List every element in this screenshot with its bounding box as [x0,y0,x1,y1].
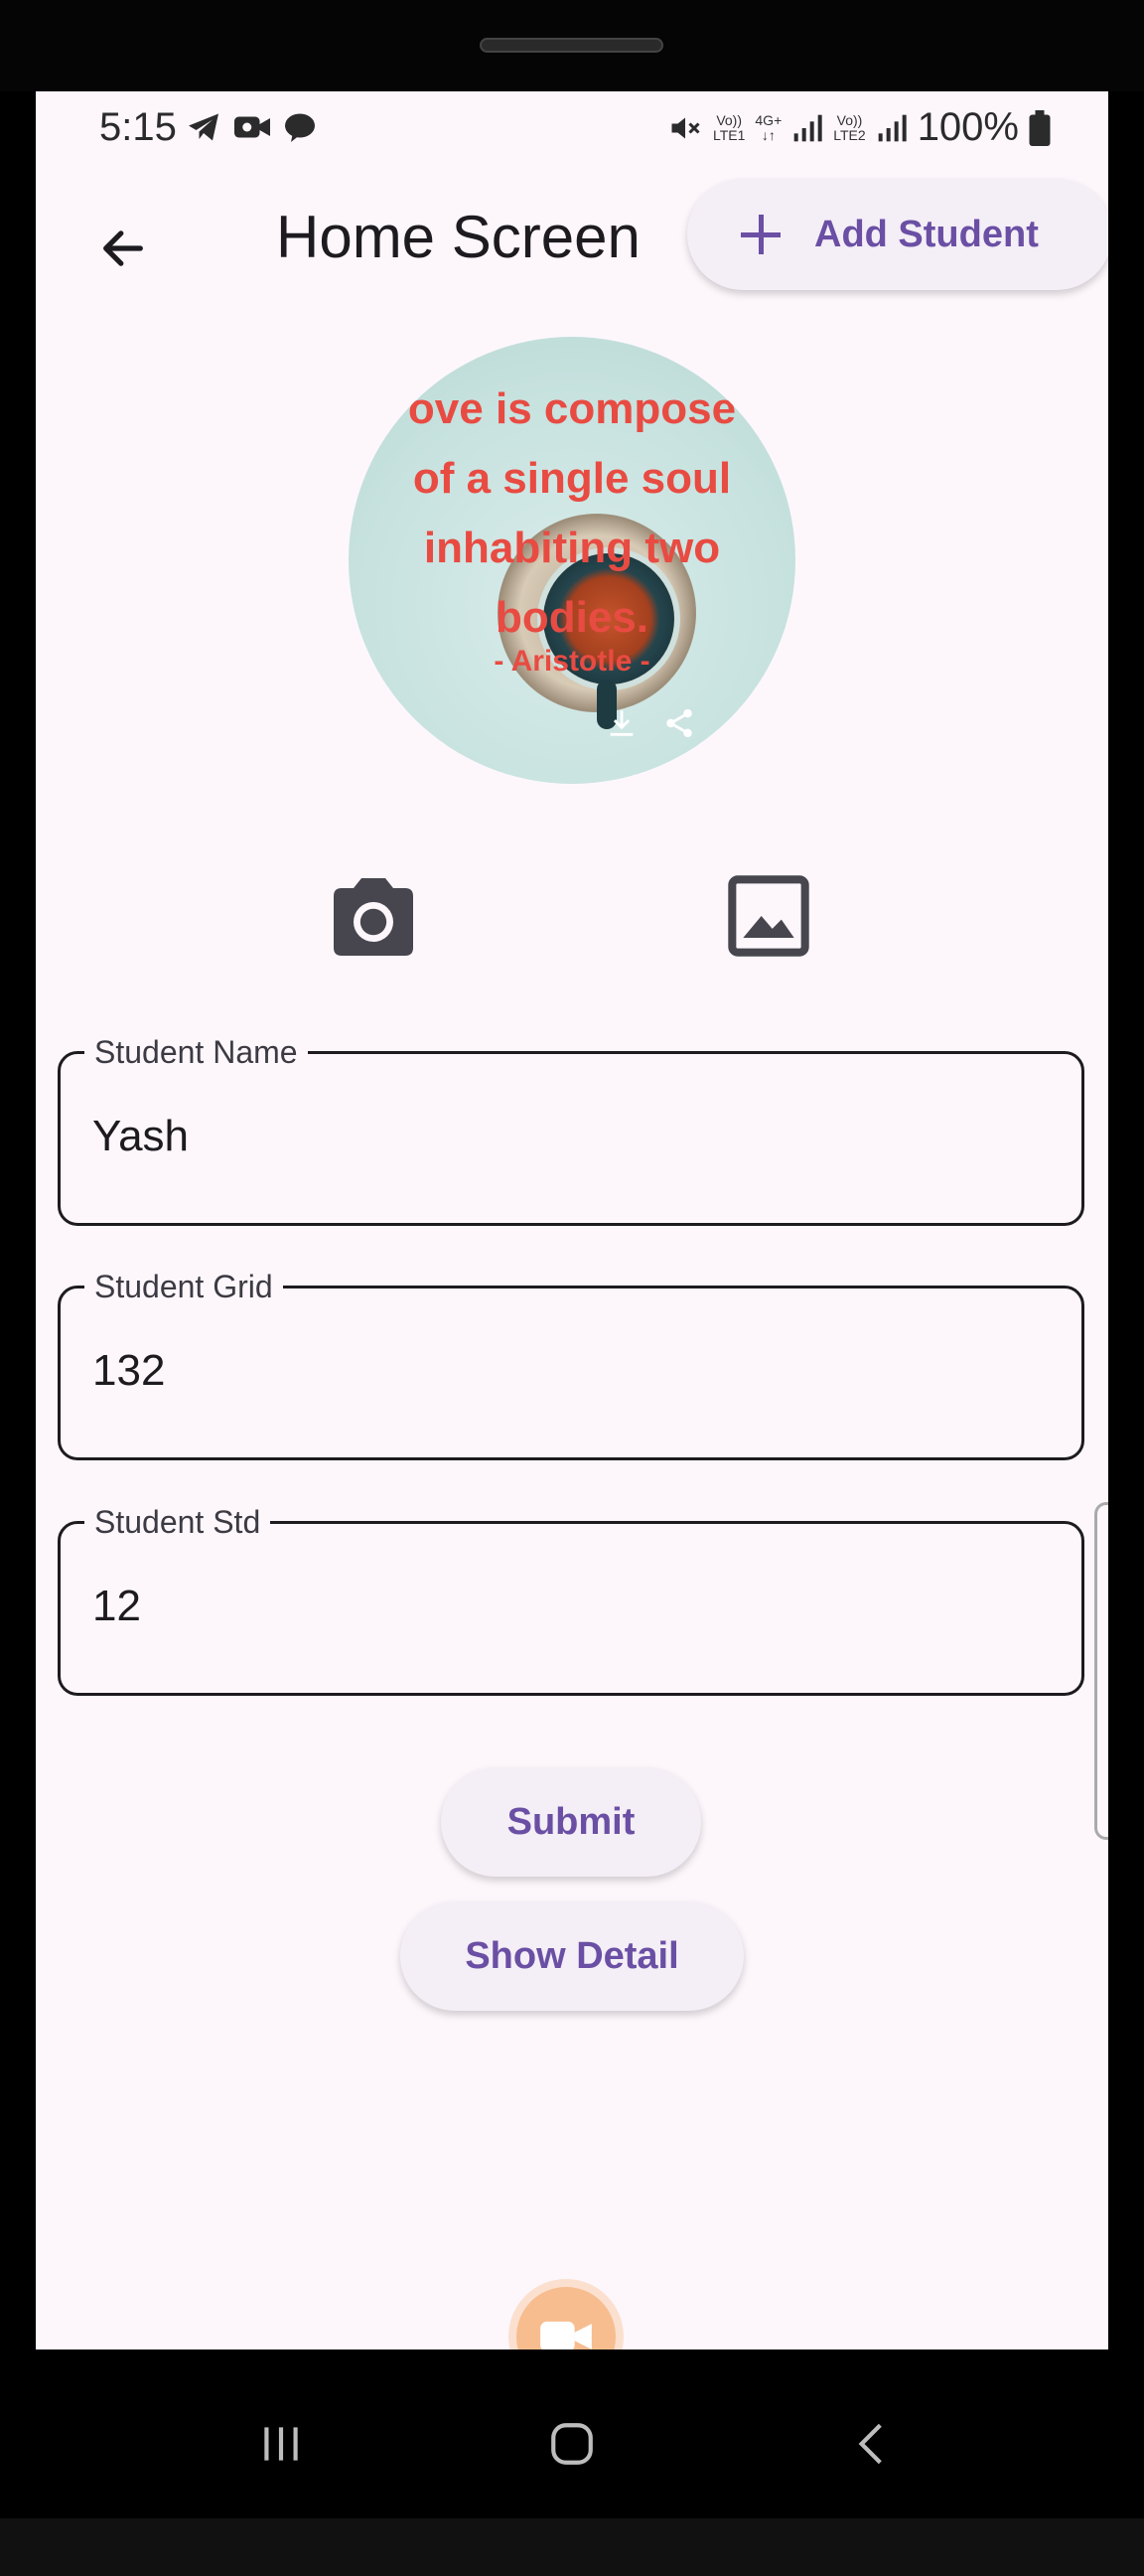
screen-recorder-bubble[interactable] [516,2287,616,2349]
add-student-button[interactable]: Add Student [687,179,1108,290]
quote-text: ove is compose of a single soul inhabiti… [349,375,795,653]
home-button[interactable] [532,2404,612,2484]
photo-source-row [36,866,1108,966]
gallery-button[interactable] [719,866,818,966]
arrow-back-icon [103,230,143,266]
volte-lte1-icon: Vo)) LTE1 [712,111,746,143]
student-grid-value[interactable]: 132 [92,1346,165,1396]
volte1-bottom-text: LTE1 [712,126,746,143]
telegram-icon [189,113,218,141]
recent-apps-button[interactable] [241,2404,321,2484]
status-system-icons: Vo)) LTE1 4G+ ↓↑ Vo)) LTE2 100% [667,105,1051,150]
share-icon [666,708,692,738]
chevron-left-icon [858,2423,882,2465]
status-time: 5:15 [99,105,177,149]
show-detail-button[interactable]: Show Detail [400,1901,744,2011]
quote-author: - Aristotle - [494,645,650,678]
phone-bezel-bottom [0,2518,1144,2576]
recent-apps-icon [264,2427,298,2461]
net-type-text: 4G+ [755,111,783,128]
earpiece-speaker [480,38,663,53]
back-button[interactable] [83,209,163,288]
signal-icon [793,114,822,141]
student-name-field[interactable]: Student Name Yash [58,1034,1084,1226]
student-std-value[interactable]: 12 [92,1582,141,1631]
volte2-bottom-text: LTE2 [833,126,866,143]
status-notification-icons [185,109,318,145]
nav-back-button[interactable] [832,2404,912,2484]
camera-icon [334,878,413,956]
mute-icon [671,117,700,138]
volte1-top-text: Vo)) [716,111,743,128]
video-call-icon [234,116,270,138]
status-bar: 5:15 Vo)) LTE1 4G+ ↓↑ Vo)) LTE2 100% [36,91,1108,167]
chat-bubble-icon [285,113,315,142]
net-arrows-text: ↓↑ [761,126,776,143]
quote-line-1: ove is compose [407,384,737,433]
image-overlay-actions [605,706,696,740]
phone-bezel-left [0,91,36,2349]
signal-icon [878,114,907,141]
system-nav-bar [36,2349,1108,2518]
quote-line-3: inhabiting two [423,524,721,572]
quote-line-2: of a single soul [412,454,732,503]
student-std-field[interactable]: Student Std 12 [58,1504,1084,1696]
app-screen: 5:15 Vo)) LTE1 4G+ ↓↑ Vo)) LTE2 100% Home S… [36,91,1108,2349]
student-name-value[interactable]: Yash [92,1112,189,1161]
volte-lte2-icon: Vo)) LTE2 [833,111,866,143]
home-icon [551,2423,593,2465]
student-grid-label: Student Grid [84,1269,283,1305]
phone-bezel-right [1108,91,1144,2349]
edge-panel-handle[interactable] [1094,1502,1108,1840]
student-avatar-image: ove is compose of a single soul inhabiti… [349,337,795,784]
volte2-top-text: Vo)) [836,111,863,128]
download-icon [610,710,634,736]
4g-plus-icon: 4G+ ↓↑ [755,111,783,143]
quote-line-4: bodies. [495,593,649,642]
image-gallery-icon [728,875,809,957]
plus-icon [741,215,781,254]
page-title: Home Screen [276,204,641,270]
battery-percent: 100% [917,105,1019,149]
student-grid-field[interactable]: Student Grid 132 [58,1269,1084,1460]
submit-button[interactable]: Submit [441,1767,701,1877]
student-std-label: Student Std [84,1504,271,1541]
battery-icon [1029,109,1051,146]
video-camera-icon [540,2321,592,2349]
student-name-label: Student Name [84,1034,308,1071]
phone-bezel-top [0,0,1144,91]
camera-button[interactable] [324,866,423,966]
add-student-label: Add Student [814,213,1039,255]
